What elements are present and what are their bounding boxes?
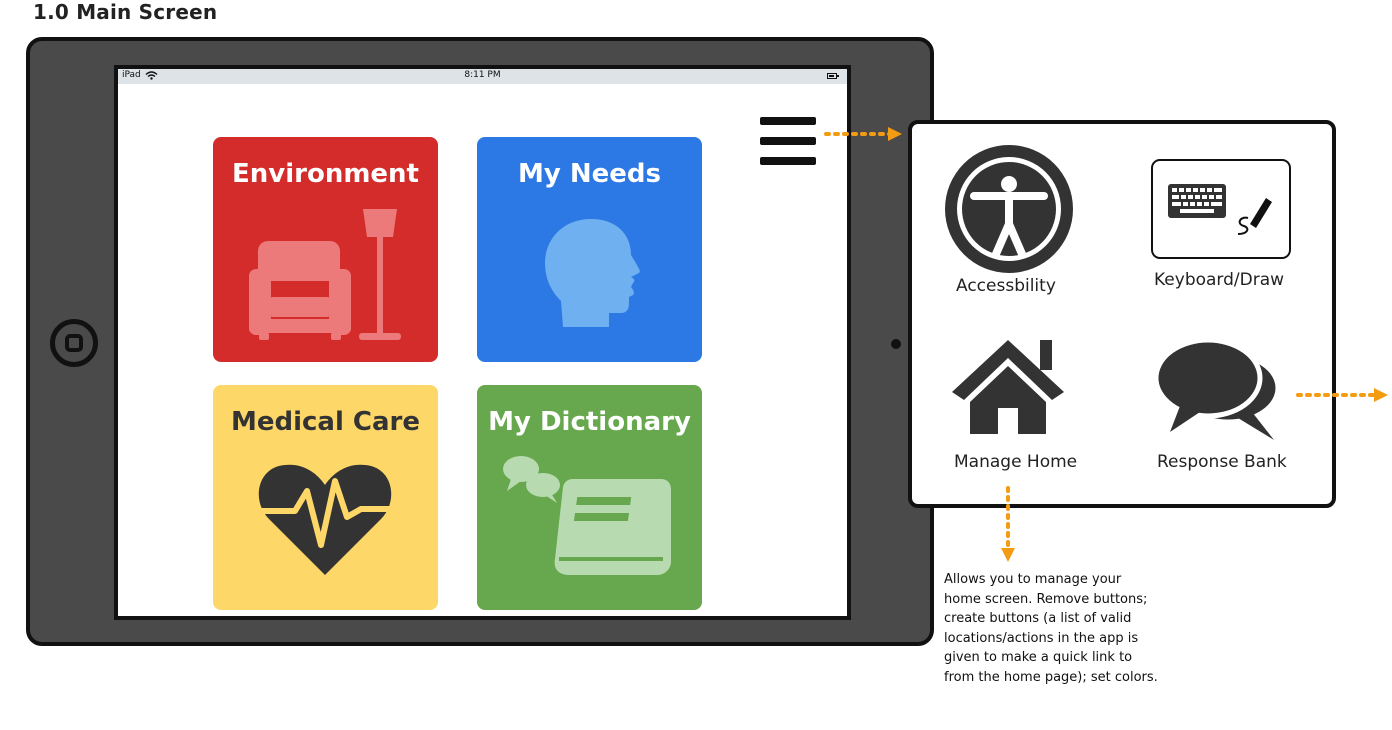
annotation-arrows — [824, 127, 1388, 562]
manage-home-annotation: Allows you to manage your home screen. R… — [944, 572, 1158, 685]
arrow-down-icon — [1001, 548, 1015, 562]
arrow-right-icon — [1374, 388, 1388, 402]
arrow-right-icon — [888, 127, 902, 141]
